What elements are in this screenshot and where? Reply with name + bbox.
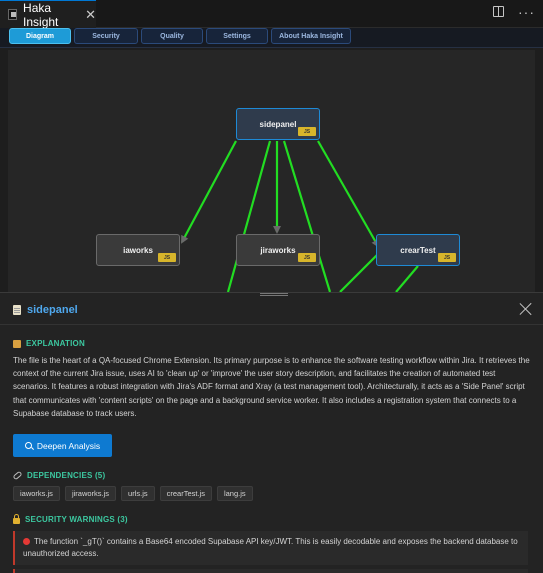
node-jiraworks[interactable]: jiraworks JS bbox=[236, 234, 320, 266]
more-actions-icon[interactable]: ··· bbox=[518, 5, 535, 19]
node-label: crearTest bbox=[400, 245, 436, 255]
edge-creartest-down-2 bbox=[395, 265, 419, 292]
dependency-chip[interactable]: crearTest.js bbox=[159, 486, 212, 501]
tab-diagram[interactable]: Diagram bbox=[9, 28, 71, 44]
security-warning-item: The function `_gT()` contains a Base64 e… bbox=[13, 531, 528, 565]
search-icon bbox=[24, 442, 32, 449]
diagram-canvas[interactable]: sidepanel JS iaworks JS jiraworks JS cre… bbox=[8, 50, 535, 292]
explanation-text: The file is the heart of a QA-focused Ch… bbox=[13, 356, 530, 418]
js-badge: JS bbox=[158, 253, 176, 262]
js-badge: JS bbox=[298, 127, 316, 136]
node-label: iaworks bbox=[123, 245, 153, 255]
dependencies-list: iaworks.js jiraworks.js urls.js crearTes… bbox=[13, 486, 253, 501]
book-icon bbox=[13, 339, 21, 348]
js-badge: JS bbox=[438, 253, 456, 262]
explanation-heading-label: EXPLANATION bbox=[26, 339, 85, 348]
editor-tab[interactable]: Haka Insight ✕ bbox=[0, 0, 96, 29]
security-warning-item-partial bbox=[13, 569, 528, 573]
close-icon[interactable] bbox=[519, 302, 533, 316]
node-iaworks[interactable]: iaworks JS bbox=[96, 234, 180, 266]
tab-about[interactable]: About Haka Insight bbox=[271, 28, 351, 44]
explanation-heading: EXPLANATION bbox=[13, 339, 85, 348]
node-creartest[interactable]: crearTest JS bbox=[376, 234, 460, 266]
deepen-analysis-button[interactable]: Deepen Analysis bbox=[13, 434, 112, 457]
panel-header: sidepanel bbox=[0, 296, 543, 325]
node-label: sidepanel bbox=[259, 119, 297, 129]
file-icon bbox=[13, 305, 21, 315]
security-heading-label: SECURITY WARNINGS (3) bbox=[25, 515, 128, 524]
split-editor-icon[interactable] bbox=[493, 6, 504, 17]
dependency-chip[interactable]: urls.js bbox=[121, 486, 155, 501]
deepen-analysis-label: Deepen Analysis bbox=[36, 440, 101, 451]
haka-app-icon bbox=[8, 9, 18, 20]
edge-sidepanel-iaworks bbox=[181, 140, 237, 244]
js-badge: JS bbox=[298, 253, 316, 262]
dependency-chip[interactable]: iaworks.js bbox=[13, 486, 60, 501]
details-panel: sidepanel EXPLANATION The file is the he… bbox=[0, 292, 543, 573]
tab-quality[interactable]: Quality bbox=[141, 28, 203, 44]
app-navigation: Diagram Security Quality Settings About … bbox=[0, 28, 543, 48]
edge-sidepanel-down-right bbox=[282, 140, 332, 292]
panel-title: sidepanel bbox=[27, 304, 78, 316]
tab-title: Haka Insight bbox=[23, 0, 59, 29]
editor-tab-bar: Haka Insight ✕ ··· bbox=[0, 0, 543, 29]
dependencies-heading: DEPENDENCIES (5) bbox=[12, 470, 106, 481]
lock-icon bbox=[13, 513, 20, 524]
dependency-chip[interactable]: lang.js bbox=[216, 486, 253, 501]
tab-security[interactable]: Security bbox=[74, 28, 138, 44]
dependencies-heading-label: DEPENDENCIES (5) bbox=[27, 471, 106, 480]
security-warnings-heading: SECURITY WARNINGS (3) bbox=[13, 513, 128, 524]
edge-creartest-down bbox=[339, 251, 381, 292]
warning-text: The function `_gT()` contains a Base64 e… bbox=[23, 537, 518, 558]
edge-sidepanel-creartest bbox=[317, 140, 379, 248]
edge-sidepanel-down-left bbox=[226, 140, 272, 292]
tab-close-icon[interactable]: ✕ bbox=[85, 8, 96, 21]
node-label: jiraworks bbox=[260, 245, 296, 255]
dependency-chip[interactable]: jiraworks.js bbox=[64, 486, 117, 501]
node-sidepanel[interactable]: sidepanel JS bbox=[236, 108, 320, 140]
link-icon bbox=[12, 470, 23, 481]
tab-settings[interactable]: Settings bbox=[206, 28, 268, 44]
error-dot-icon bbox=[23, 538, 30, 545]
